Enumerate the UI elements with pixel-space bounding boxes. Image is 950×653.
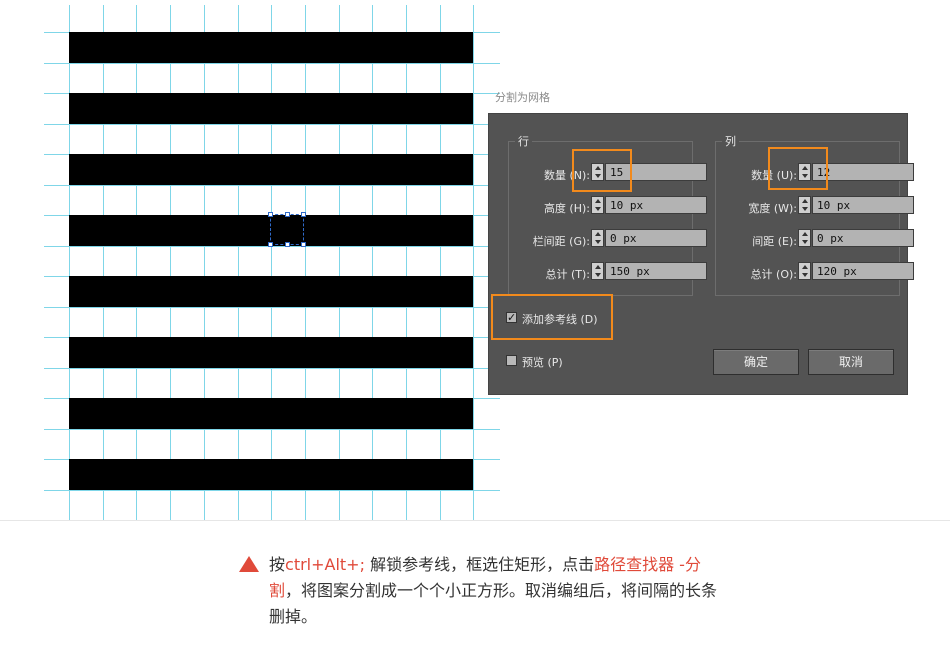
rows-height-row: 高度 (H): 10 px [509, 196, 707, 216]
black-stripe[interactable] [69, 32, 473, 63]
stepper-up-icon[interactable] [595, 265, 601, 269]
selection-handle[interactable] [268, 242, 273, 247]
stepper-up-icon[interactable] [802, 199, 808, 203]
stepper-up-icon[interactable] [802, 265, 808, 269]
selection-handle[interactable] [285, 242, 290, 247]
black-stripe[interactable] [69, 154, 473, 185]
black-stripe[interactable] [69, 276, 473, 307]
selection-handle[interactable] [268, 212, 273, 217]
rows-total-row: 总计 (T): 150 px [509, 262, 707, 282]
columns-count-highlight [768, 147, 828, 190]
columns-width-label: 宽度 (W): [748, 202, 797, 215]
ok-button[interactable]: 确定 [713, 349, 799, 375]
columns-gutter-input[interactable]: 0 px [812, 229, 914, 247]
stepper-up-icon[interactable] [802, 232, 808, 236]
rows-height-input[interactable]: 10 px [605, 196, 707, 214]
vertical-guide [338, 5, 340, 520]
caption-part1: 按 [269, 555, 286, 574]
rows-total-label: 总计 (T): [545, 268, 590, 281]
caption-part3: ，将图案分割成一个个小正方形。取消编组后，将间隔的长条删掉。 [269, 581, 718, 626]
black-stripe[interactable] [69, 337, 473, 368]
caption-text: 按ctrl+Alt+; 解锁参考线，框选住矩形，点击路径查找器 -分割，将图案分… [269, 552, 729, 630]
columns-total-row: 总计 (O): 120 px [716, 262, 914, 282]
stepper-up-icon[interactable] [595, 199, 601, 203]
vertical-guide [237, 5, 239, 520]
split-into-grid-dialog: 行 数量 (N): 15 高度 (H): 10 px 栏间距 (G): 0 px… [488, 113, 914, 395]
vertical-guide [102, 5, 104, 520]
caption-shortcut: ctrl+Alt+; [285, 555, 365, 574]
columns-width-stepper[interactable] [798, 196, 811, 214]
vertical-guide [271, 5, 273, 520]
columns-legend: 列 [722, 133, 739, 149]
stepper-down-icon[interactable] [802, 240, 808, 244]
selection-handle[interactable] [285, 212, 290, 217]
columns-width-row: 宽度 (W): 10 px [716, 196, 914, 216]
vertical-guide [473, 5, 475, 520]
stepper-down-icon[interactable] [802, 273, 808, 277]
cancel-button[interactable]: 取消 [808, 349, 894, 375]
columns-total-label: 总计 (O): [750, 268, 797, 281]
selection-handle[interactable] [301, 212, 306, 217]
vertical-guide [203, 5, 205, 520]
caption-part2: 解锁参考线，框选住矩形，点击 [364, 555, 595, 574]
black-stripe[interactable] [69, 459, 473, 490]
black-stripe[interactable] [69, 398, 473, 429]
rows-legend: 行 [515, 133, 532, 149]
selected-cell[interactable] [268, 212, 306, 247]
black-stripe[interactable] [69, 93, 473, 124]
dialog-title: 分割为网格 [495, 91, 550, 104]
rows-height-stepper[interactable] [591, 196, 604, 214]
vertical-guide [69, 5, 70, 520]
vertical-guide [136, 5, 138, 520]
rows-gutter-row: 栏间距 (G): 0 px [509, 229, 707, 249]
preview-option[interactable]: 预览 (P) [506, 353, 586, 371]
stepper-up-icon[interactable] [595, 232, 601, 236]
vertical-guide [439, 5, 441, 520]
rows-gutter-stepper[interactable] [591, 229, 604, 247]
vertical-guide [406, 5, 407, 520]
warning-triangle-icon [239, 556, 259, 572]
vertical-guide [170, 5, 172, 520]
vertical-guide [304, 5, 306, 520]
rows-gutter-input[interactable]: 0 px [605, 229, 707, 247]
rows-count-highlight [572, 149, 632, 192]
rows-total-stepper[interactable] [591, 262, 604, 280]
stepper-down-icon[interactable] [595, 273, 601, 277]
preview-label: 预览 (P) [522, 356, 563, 369]
rows-gutter-label: 栏间距 (G): [532, 235, 590, 248]
rows-height-label: 高度 (H): [543, 202, 590, 215]
columns-total-stepper[interactable] [798, 262, 811, 280]
screenshot-area: 分割为网格 行 数量 (N): 15 高度 (H): 10 px 栏间距 (G)… [0, 0, 950, 521]
columns-gutter-stepper[interactable] [798, 229, 811, 247]
add-guides-highlight [491, 294, 613, 340]
columns-width-input[interactable]: 10 px [812, 196, 914, 214]
rows-total-input[interactable]: 150 px [605, 262, 707, 280]
vertical-guide [372, 5, 374, 520]
stepper-down-icon[interactable] [595, 240, 601, 244]
columns-gutter-row: 间距 (E): 0 px [716, 229, 914, 249]
stepper-down-icon[interactable] [802, 207, 808, 211]
preview-checkbox[interactable] [506, 355, 517, 366]
columns-gutter-label: 间距 (E): [752, 235, 797, 248]
selection-handle[interactable] [301, 242, 306, 247]
columns-total-input[interactable]: 120 px [812, 262, 914, 280]
stepper-down-icon[interactable] [595, 207, 601, 211]
